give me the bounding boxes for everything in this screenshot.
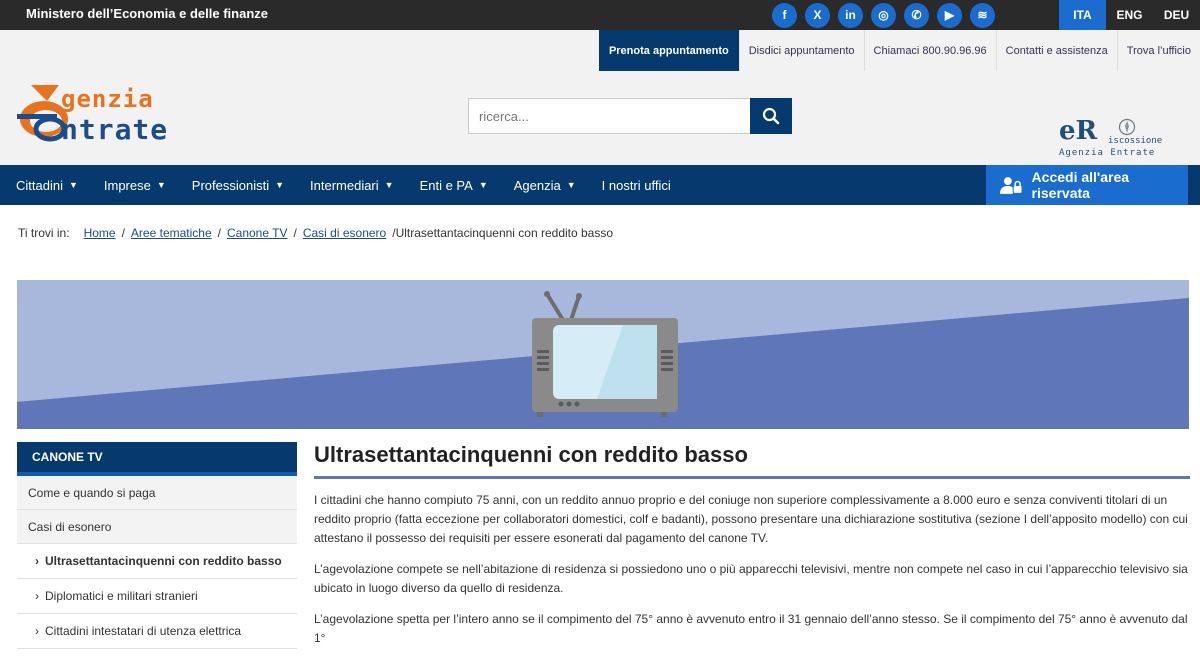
nav-enti-pa[interactable]: Enti e PA ▼ (404, 165, 488, 205)
breadcrumb: Ti trovi in: Home / Aree tematiche / Canon… (18, 226, 613, 240)
nav-agenzia[interactable]: Agenzia ▼ (498, 165, 576, 205)
language-switcher: ITA ENG DEU (1059, 0, 1200, 30)
youtube-icon[interactable]: ▶ (937, 2, 962, 28)
breadcrumb-canone-tv[interactable]: Canone TV (227, 226, 288, 240)
sidebar-subitem-label: Diplomatici e militari stranieri (45, 589, 198, 603)
lang-eng[interactable]: ENG (1106, 0, 1153, 30)
nav-uffici[interactable]: I nostri uffici (586, 165, 671, 205)
social-links: f X in ◎ ✆ ▶ ≋ (772, 0, 995, 30)
reserved-area-button[interactable]: Accedi all'area riservata (986, 165, 1188, 205)
nav-intermediari[interactable]: Intermediari ▼ (294, 165, 394, 205)
nav-imprese[interactable]: Imprese ▼ (88, 165, 166, 205)
caret-down-icon: ▼ (478, 180, 488, 190)
page-title: Ultrasettantacinquenni con reddito basso (314, 442, 1190, 479)
nav-professionisti[interactable]: Professionisti ▼ (176, 165, 284, 205)
nav-label: Professionisti (191, 177, 270, 193)
sidebar-subitem-utenza-elettrica[interactable]: › Cittadini intestatari di utenza elettr… (17, 614, 297, 649)
x-icon[interactable]: X (805, 2, 830, 28)
paragraph: L’agevolazione compete se nell’abitazion… (314, 562, 1188, 595)
breadcrumb-prefix: Ti trovi in: (18, 226, 70, 240)
find-office-link[interactable]: Trova l’ufficio (1116, 30, 1200, 71)
search-button[interactable] (750, 98, 792, 134)
breadcrumb-casi-esonero[interactable]: Casi di esonero (303, 226, 386, 240)
quick-links: Prenota appuntamento Disdici appuntament… (598, 30, 1200, 71)
caret-down-icon: ▼ (566, 180, 576, 190)
sidebar-subitem-label: Cittadini intestatari di utenza elettric… (45, 624, 242, 638)
section-sidebar: CANONE TV Come e quando si paga Casi di … (17, 442, 297, 649)
sidebar-subitem-label: Ultrasettantacinquenni con reddito basso (45, 554, 282, 568)
tv-illustration (17, 280, 1189, 429)
nav-label: Agenzia (513, 177, 561, 193)
chevron-right-icon: › (35, 589, 39, 603)
hero-banner (17, 280, 1189, 429)
breadcrumb-current-label: Ultrasettantacinquenni con reddito basso (395, 226, 614, 240)
top-bar: Ministero dell’Economia e delle finanze … (0, 0, 1200, 30)
breadcrumb-separator: / (217, 226, 221, 240)
caret-down-icon: ▼ (384, 180, 394, 190)
reserved-area-label: Accedi all'area riservata (1031, 169, 1130, 201)
instagram-icon[interactable]: ◎ (871, 2, 896, 28)
nav-label: I nostri uffici (601, 177, 671, 193)
linkedin-icon[interactable]: in (838, 2, 863, 28)
riscossione-logo[interactable]: eR iscossione Agenzia Entrate (1058, 116, 1178, 160)
riscossione-text: iscossione (1108, 136, 1163, 146)
paragraph: L’agevolazione spetta per l’intero anno … (314, 612, 1188, 645)
paragraph: I cittadini che hanno compiuto 75 anni, … (314, 493, 1188, 545)
caret-down-icon: ▼ (156, 180, 166, 190)
breadcrumb-aree-tematiche[interactable]: Aree tematiche (131, 226, 212, 240)
agenzia-entrate-logo[interactable]: genzia ntrate (17, 75, 222, 146)
main-content: Ultrasettantacinquenni con reddito basso… (314, 442, 1190, 660)
sidebar-title[interactable]: CANONE TV (17, 442, 297, 476)
sidebar-subitem-ultrasettantacinquenni[interactable]: › Ultrasettantacinquenni con reddito bas… (17, 544, 297, 579)
lang-deu[interactable]: DEU (1153, 0, 1200, 30)
main-nav: Cittadini ▼ Imprese ▼ Professionisti ▼ Inte… (0, 165, 1200, 205)
nav-cittadini[interactable]: Cittadini ▼ (0, 165, 78, 205)
breadcrumb-separator: / (293, 226, 297, 240)
nav-label: Imprese (103, 177, 151, 193)
facebook-icon[interactable]: f (772, 2, 797, 28)
sidebar-item-come-quando[interactable]: Come e quando si paga (17, 476, 297, 510)
logo-text-top: genzia (61, 85, 154, 113)
book-appointment-link[interactable]: Prenota appuntamento (598, 30, 739, 71)
cancel-appointment-link[interactable]: Disdici appuntamento (738, 30, 864, 71)
site-header: Prenota appuntamento Disdici appuntament… (0, 30, 1200, 165)
search-icon (762, 107, 780, 125)
chevron-right-icon: › (35, 554, 39, 568)
sidebar-item-casi-esonero[interactable]: Casi di esonero (17, 510, 297, 544)
contacts-link[interactable]: Contatti e assistenza (995, 30, 1117, 71)
sidebar-subitem-diplomatici[interactable]: › Diplomatici e militari stranieri (17, 579, 297, 614)
caret-down-icon: ▼ (275, 180, 285, 190)
breadcrumb-current: /Ultrasettantacinquenni con reddito bass… (392, 226, 614, 240)
caret-down-icon: ▼ (68, 180, 78, 190)
call-us-link[interactable]: Chiamaci 800.90.96.96 (863, 30, 996, 71)
logo-text-bottom: ntrate (61, 113, 169, 146)
rss-icon[interactable]: ≋ (970, 2, 995, 28)
breadcrumb-separator: / (121, 226, 125, 240)
user-lock-icon (1000, 177, 1022, 194)
breadcrumb-home[interactable]: Home (84, 226, 116, 240)
lang-ita[interactable]: ITA (1059, 0, 1106, 30)
nav-label: Enti e PA (419, 177, 473, 193)
chevron-right-icon: › (35, 624, 39, 638)
riscossione-subtext: Agenzia Entrate (1059, 148, 1156, 158)
whatsapp-icon[interactable]: ✆ (904, 2, 929, 28)
search-bar (468, 98, 792, 134)
nav-label: Cittadini (16, 177, 63, 193)
ministry-link[interactable]: Ministero dell’Economia e delle finanze (26, 6, 268, 21)
riscossione-mark: eR (1059, 116, 1098, 146)
nav-label: Intermediari (310, 177, 379, 193)
search-input[interactable] (468, 98, 750, 134)
emblem-icon (1118, 118, 1136, 136)
